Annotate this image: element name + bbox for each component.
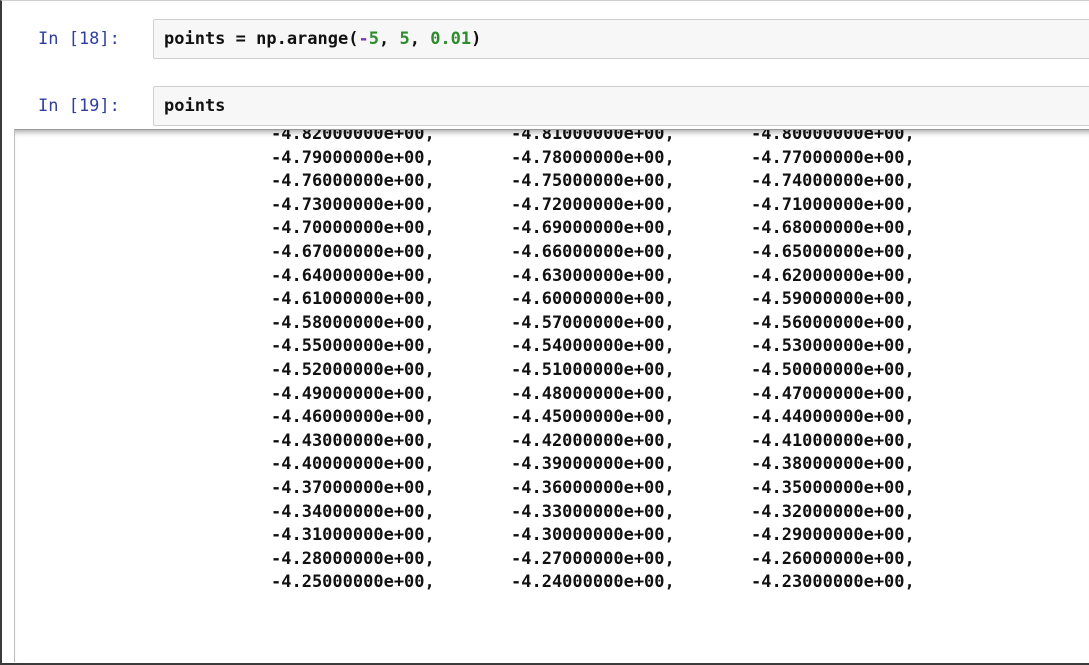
array-value: -4.69000000e+00, [511, 218, 675, 239]
array-value: -4.35000000e+00, [751, 477, 915, 498]
array-value: -4.23000000e+00, [751, 572, 915, 593]
array-value: -4.64000000e+00, [271, 265, 435, 286]
output-line: -4.34000000e+00, -4.33000000e+00, -4.32000… [271, 501, 991, 525]
array-value: -4.49000000e+00, [271, 383, 435, 404]
output-line: -4.55000000e+00, -4.54000000e+00, -4.53000… [271, 335, 991, 359]
array-value: -4.45000000e+00, [511, 407, 675, 428]
array-value: -4.82000000e+00, [271, 129, 435, 144]
array-value: -4.41000000e+00, [751, 430, 915, 451]
array-value: -4.81000000e+00, [511, 129, 675, 144]
array-value: -4.30000000e+00, [511, 525, 675, 546]
output-line: -4.52000000e+00, -4.51000000e+00, -4.50000… [271, 359, 991, 383]
code-token: - [358, 29, 369, 49]
code-token: points = np.arange( [164, 29, 359, 49]
array-value: -4.55000000e+00, [271, 336, 435, 357]
array-value: -4.75000000e+00, [511, 171, 675, 192]
output-line: -4.79000000e+00, -4.78000000e+00, -4.77000… [271, 147, 991, 171]
code-token: points [164, 96, 226, 116]
array-value: -4.58000000e+00, [271, 312, 435, 333]
code-input[interactable]: points [153, 86, 1089, 126]
array-value: -4.78000000e+00, [511, 147, 675, 168]
code-token: 5 [368, 29, 379, 49]
output-line: -4.76000000e+00, -4.75000000e+00, -4.74000… [271, 170, 991, 194]
code-cell-18[interactable]: In [18]: points = np.arange(-5, 5, 0.01) [2, 19, 1089, 59]
array-value: -4.47000000e+00, [751, 383, 915, 404]
array-value: -4.34000000e+00, [271, 501, 435, 522]
array-value: -4.50000000e+00, [751, 359, 915, 380]
output-line: -4.43000000e+00, -4.42000000e+00, -4.41000… [271, 430, 991, 454]
array-value: -4.61000000e+00, [271, 289, 435, 310]
input-prompt: In [18]: [38, 29, 120, 49]
array-value: -4.54000000e+00, [511, 336, 675, 357]
array-value: -4.70000000e+00, [271, 218, 435, 239]
array-value: -4.52000000e+00, [271, 359, 435, 380]
array-value: -4.57000000e+00, [511, 312, 675, 333]
array-value: -4.67000000e+00, [271, 241, 435, 262]
array-value: -4.74000000e+00, [751, 171, 915, 192]
array-value: -4.66000000e+00, [511, 241, 675, 262]
output-line: -4.82000000e+00, -4.81000000e+00, -4.80000… [271, 129, 991, 147]
array-value: -4.71000000e+00, [751, 194, 915, 215]
array-value: -4.60000000e+00, [511, 289, 675, 310]
code-token: ) [471, 29, 482, 49]
array-value: -4.40000000e+00, [271, 454, 435, 475]
array-value: -4.42000000e+00, [511, 430, 675, 451]
array-value: -4.48000000e+00, [511, 383, 675, 404]
output-line: -4.61000000e+00, -4.60000000e+00, -4.59000… [271, 288, 991, 312]
output-line: -4.25000000e+00, -4.24000000e+00, -4.23000… [271, 571, 991, 595]
array-value: -4.27000000e+00, [511, 548, 675, 569]
array-value: -4.37000000e+00, [271, 477, 435, 498]
array-value: -4.72000000e+00, [511, 194, 675, 215]
output-line: -4.70000000e+00, -4.69000000e+00, -4.68000… [271, 217, 991, 241]
output-line: -4.37000000e+00, -4.36000000e+00, -4.35000… [271, 477, 991, 501]
array-value: -4.65000000e+00, [751, 241, 915, 262]
array-value: -4.53000000e+00, [751, 336, 915, 357]
output-line: -4.64000000e+00, -4.63000000e+00, -4.62000… [271, 265, 991, 289]
array-value: -4.51000000e+00, [511, 359, 675, 380]
code-token: 0.01 [430, 29, 472, 49]
array-value: -4.46000000e+00, [271, 407, 435, 428]
output-line: -4.73000000e+00, -4.72000000e+00, -4.71000… [271, 194, 991, 218]
array-value: -4.32000000e+00, [751, 501, 915, 522]
notebook-frame: In [18]: points = np.arange(-5, 5, 0.01)… [0, 0, 1089, 665]
array-value: -4.29000000e+00, [751, 525, 915, 546]
code-token: , [409, 29, 431, 49]
array-value: -4.24000000e+00, [511, 572, 675, 593]
array-value: -4.28000000e+00, [271, 548, 435, 569]
array-value: -4.63000000e+00, [511, 265, 675, 286]
code-cell-19[interactable]: In [19]: points [2, 86, 1089, 126]
code-input[interactable]: points = np.arange(-5, 5, 0.01) [153, 19, 1089, 59]
output-line: -4.46000000e+00, -4.45000000e+00, -4.44000… [271, 406, 991, 430]
array-value: -4.31000000e+00, [271, 525, 435, 546]
array-value: -4.43000000e+00, [271, 430, 435, 451]
output-line: -4.49000000e+00, -4.48000000e+00, -4.47000… [271, 383, 991, 407]
code-token: 5 [399, 29, 410, 49]
array-value: -4.79000000e+00, [271, 147, 435, 168]
array-value: -4.68000000e+00, [751, 218, 915, 239]
output-line: -4.31000000e+00, -4.30000000e+00, -4.29000… [271, 524, 991, 548]
array-value: -4.38000000e+00, [751, 454, 915, 475]
array-value: -4.26000000e+00, [751, 548, 915, 569]
output-line: -4.28000000e+00, -4.27000000e+00, -4.26000… [271, 548, 991, 572]
output-line: -4.40000000e+00, -4.39000000e+00, -4.38000… [271, 453, 991, 477]
output-line: -4.58000000e+00, -4.57000000e+00, -4.56000… [271, 312, 991, 336]
array-value: -4.33000000e+00, [511, 501, 675, 522]
array-value: -4.44000000e+00, [751, 407, 915, 428]
array-output: -4.82000000e+00, -4.81000000e+00, -4.80000… [271, 129, 991, 595]
array-value: -4.76000000e+00, [271, 171, 435, 192]
array-value: -4.73000000e+00, [271, 194, 435, 215]
array-value: -4.39000000e+00, [511, 454, 675, 475]
array-value: -4.80000000e+00, [751, 129, 915, 144]
output-area[interactable]: -4.82000000e+00, -4.81000000e+00, -4.80000… [14, 129, 1089, 662]
array-value: -4.77000000e+00, [751, 147, 915, 168]
input-prompt: In [19]: [38, 96, 120, 116]
code-token: , [378, 29, 400, 49]
array-value: -4.36000000e+00, [511, 477, 675, 498]
array-value: -4.59000000e+00, [751, 289, 915, 310]
array-value: -4.25000000e+00, [271, 572, 435, 593]
array-value: -4.62000000e+00, [751, 265, 915, 286]
output-line: -4.67000000e+00, -4.66000000e+00, -4.65000… [271, 241, 991, 265]
array-value: -4.56000000e+00, [751, 312, 915, 333]
